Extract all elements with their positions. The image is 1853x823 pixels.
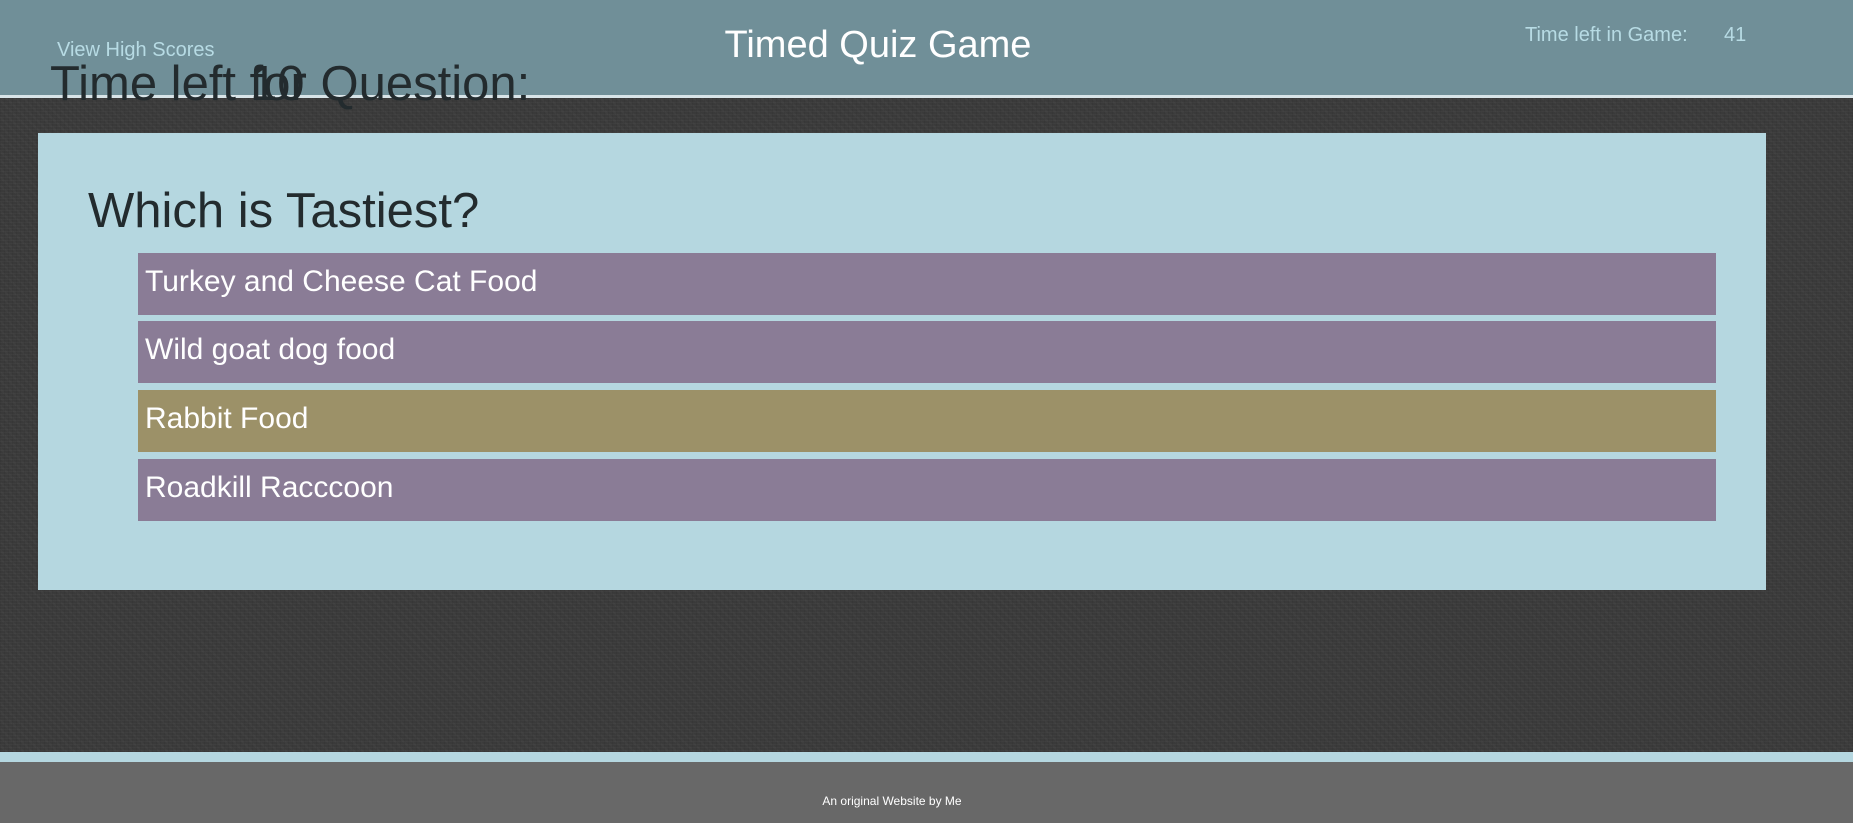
footer-divider (0, 752, 1853, 762)
answer-option-2[interactable]: Wild goat dog food (138, 321, 1716, 383)
question-timer-value: 10 (250, 57, 305, 111)
footer: An original Website by Me (0, 762, 1853, 823)
footer-text: An original Website by Me (822, 794, 962, 808)
game-timer-value: 41 (1724, 24, 1747, 46)
game-timer-label: Time left in Game: (1525, 24, 1688, 46)
quiz-card: Which is Tastiest? Turkey and Cheese Cat… (38, 133, 1766, 590)
answer-option-3[interactable]: Rabbit Food (138, 390, 1716, 452)
header: View High Scores Timed Quiz Game Time le… (0, 0, 1853, 111)
game-timer: Time left in Game: 41 (1525, 24, 1746, 47)
answer-option-1[interactable]: Turkey and Cheese Cat Food (138, 253, 1716, 315)
question-text: Which is Tastiest? (88, 184, 480, 238)
question-timer: Time left for Question: 10 (50, 56, 530, 112)
answer-option-4[interactable]: Roadkill Racccoon (138, 459, 1716, 521)
